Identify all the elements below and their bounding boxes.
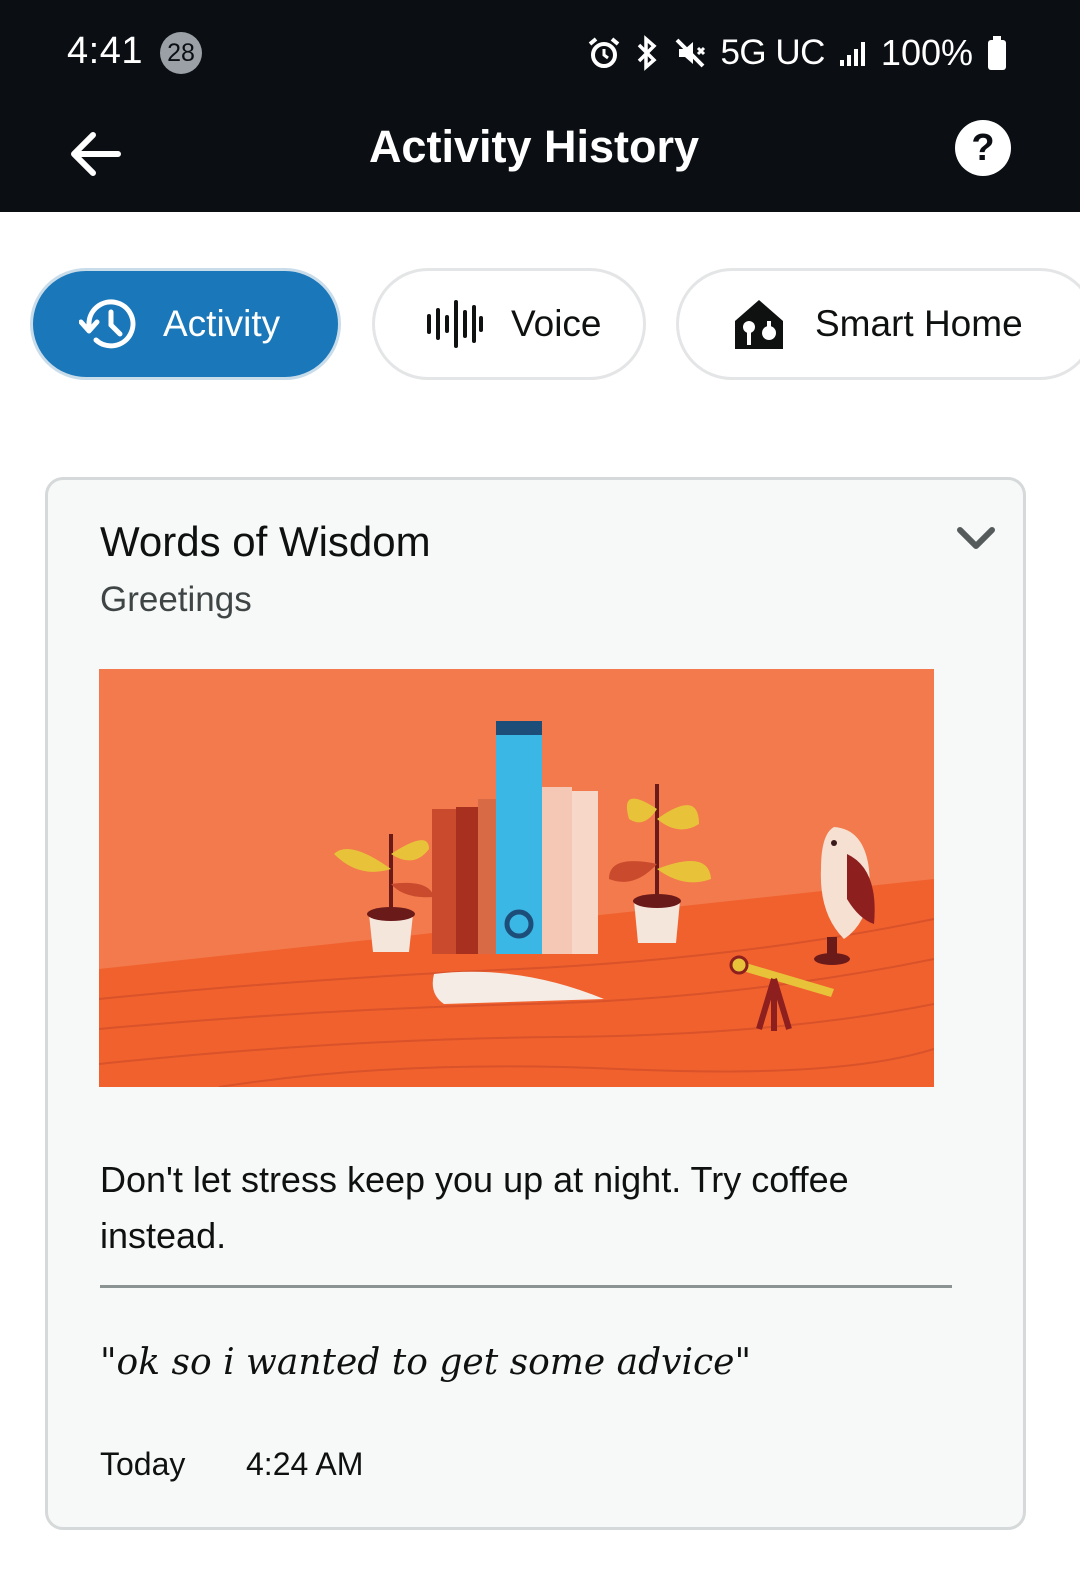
- mute-icon: [676, 38, 706, 68]
- activity-card[interactable]: Words of Wisdom Greetings Don't let stre…: [45, 477, 1026, 1530]
- tab-smart-home-label: Smart Home: [815, 303, 1023, 344]
- app-bar: Activity History ?: [0, 105, 1080, 212]
- battery-percent: 100%: [880, 32, 973, 73]
- user-utterance: "ok so i wanted to get some advice": [100, 1342, 752, 1383]
- tab-voice-label: Voice: [511, 303, 602, 344]
- signal-icon: [839, 42, 865, 66]
- tab-activity-label: Activity: [163, 303, 281, 344]
- tab-activity[interactable]: Activity: [30, 268, 341, 380]
- activity-time: 4:24 AM: [246, 1446, 364, 1482]
- filter-tabs: Activity Voice Smart Home: [0, 268, 1080, 383]
- bluetooth-icon: [638, 35, 658, 71]
- battery-icon: [988, 36, 1006, 70]
- card-divider: [100, 1285, 952, 1288]
- help-button[interactable]: ?: [955, 120, 1011, 176]
- activity-date: Today: [100, 1446, 186, 1482]
- status-time: 4:41: [67, 30, 143, 72]
- alexa-response-text: Don't let stress keep you up at night. T…: [100, 1159, 849, 1256]
- history-icon: [79, 295, 141, 353]
- alarm-icon: [589, 37, 620, 68]
- chevron-down-icon[interactable]: [954, 522, 998, 554]
- page-title: Activity History: [368, 121, 700, 172]
- books-plants-owl-illustration: [99, 669, 934, 1087]
- notification-count-badge: 28: [160, 32, 202, 74]
- tab-voice[interactable]: Voice: [372, 268, 646, 380]
- tab-smart-home[interactable]: Smart Home: [676, 268, 1080, 380]
- card-subtitle: Greetings: [100, 580, 252, 619]
- waveform-icon: [425, 299, 483, 349]
- status-bar: 4:41 28 5G UC 100%: [0, 0, 1080, 105]
- home-device-icon: [733, 297, 785, 351]
- card-title: Words of Wisdom: [100, 518, 431, 565]
- status-icons: 5G UC 100%: [587, 30, 1008, 76]
- network-label: 5G UC: [720, 33, 825, 72]
